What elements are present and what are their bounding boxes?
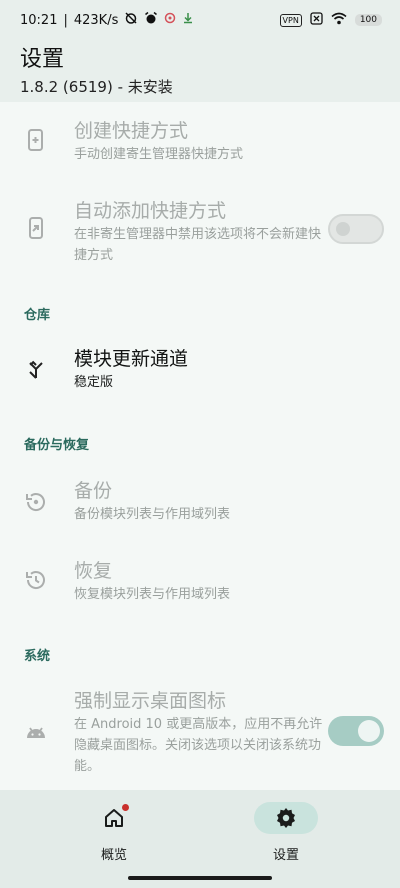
auto-shortcut-switch[interactable]	[328, 214, 384, 244]
vpn-icon: VPN	[279, 13, 302, 27]
bottom-navigation: 概览 设置	[0, 790, 400, 888]
force-icon-item[interactable]: 强制显示桌面图标 在 Android 10 或更高版本，应用不再允许隐藏桌面图标…	[0, 682, 400, 782]
update-channel-title: 模块更新通道	[74, 348, 189, 370]
status-bar: 10:21 | 423K/s VPN 100	[0, 0, 400, 40]
shortcut-icon	[24, 216, 48, 240]
sim-off-icon	[310, 12, 323, 28]
notification-badge	[122, 804, 129, 811]
alarm-mute-icon	[124, 11, 138, 29]
auto-shortcut-title: 自动添加快捷方式	[74, 200, 227, 222]
battery-indicator: 100	[354, 14, 382, 26]
page-title: 设置	[20, 47, 65, 72]
auto-shortcut-item[interactable]: 自动添加快捷方式 在非寄生管理器中禁用该选项将不会新建快捷方式	[0, 194, 400, 270]
alarm-icon	[144, 11, 158, 29]
gear-icon	[274, 806, 298, 830]
restore-title: 恢复	[74, 560, 113, 582]
force-icon-summary: 在 Android 10 或更高版本，应用不再允许隐藏桌面图标。关闭该选项以关闭…	[74, 717, 323, 774]
status-time: 10:21	[20, 12, 58, 28]
section-header-backup-restore: 备份与恢复	[24, 438, 90, 453]
phone-add-icon	[24, 128, 48, 152]
app-bar: 设置 1.8.2 (6519) - 未安装	[0, 40, 400, 102]
switch-knob	[358, 720, 380, 742]
status-bar-left: 10:21 | 423K/s	[20, 11, 194, 29]
android-icon	[24, 720, 48, 744]
app-notification-icon	[164, 12, 176, 28]
update-channel-item[interactable]: 模块更新通道 稳定版	[0, 338, 400, 398]
section-header-system: 系统	[24, 649, 51, 664]
status-bar-right: VPN 100	[279, 12, 382, 28]
force-icon-switch[interactable]	[328, 716, 384, 746]
create-shortcut-summary: 手动创建寄生管理器快捷方式	[74, 147, 244, 162]
nav-settings[interactable]: 设置	[236, 802, 336, 872]
create-shortcut-item[interactable]: 创建快捷方式 手动创建寄生管理器快捷方式	[0, 112, 400, 182]
nav-settings-label: 设置	[272, 848, 299, 863]
nav-overview-label: 概览	[100, 848, 127, 863]
force-icon-title: 强制显示桌面图标	[74, 690, 227, 712]
backup-item[interactable]: 备份 备份模块列表与作用域列表	[0, 472, 400, 532]
status-divider: |	[63, 12, 68, 28]
network-speed: 423K/s	[73, 12, 119, 28]
history-icon	[24, 568, 48, 592]
update-channel-summary: 稳定版	[74, 375, 114, 390]
restore-item[interactable]: 恢复 恢复模块列表与作用域列表	[0, 552, 400, 612]
auto-shortcut-summary: 在非寄生管理器中禁用该选项将不会新建快捷方式	[74, 227, 322, 263]
nav-overview[interactable]: 概览	[64, 802, 164, 872]
backup-title: 备份	[74, 480, 113, 502]
switch-knob	[336, 222, 350, 236]
home-indicator	[128, 876, 272, 880]
wifi-icon	[331, 12, 347, 28]
create-shortcut-title: 创建快捷方式	[74, 120, 189, 142]
merge-arrow-icon	[24, 358, 48, 382]
backup-summary: 备份模块列表与作用域列表	[74, 507, 231, 522]
settings-list: 创建快捷方式 手动创建寄生管理器快捷方式 自动添加快捷方式 在非寄生管理器中禁用…	[0, 102, 400, 790]
version-subtitle: 1.8.2 (6519) - 未安装	[20, 78, 173, 96]
backup-restore-icon	[24, 490, 48, 514]
section-header-repo: 仓库	[24, 308, 51, 323]
download-icon	[182, 12, 194, 28]
restore-summary: 恢复模块列表与作用域列表	[74, 587, 231, 602]
